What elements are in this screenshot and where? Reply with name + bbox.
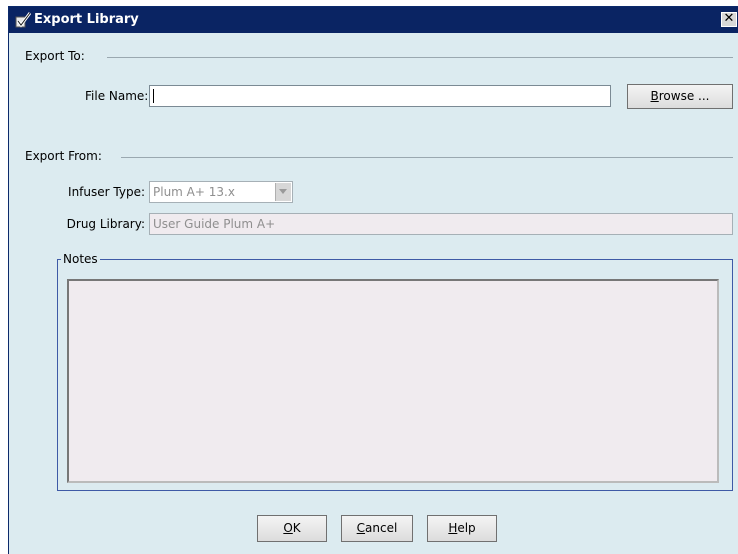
infuser-type-dropdown[interactable]: Plum A+ 13.x — [149, 181, 293, 203]
export-from-section-label: Export From: — [25, 149, 102, 163]
ok-mnemonic: O — [283, 521, 293, 535]
browse-mnemonic: B — [650, 89, 659, 103]
file-name-label: File Name: — [85, 89, 149, 103]
help-label: elp — [457, 521, 476, 535]
export-to-section-label: Export To: — [25, 49, 85, 63]
cancel-button[interactable]: Cancel — [341, 515, 413, 542]
title-bar[interactable]: Export Library ✕ — [9, 7, 738, 33]
close-icon: ✕ — [723, 11, 735, 26]
chevron-down-icon — [279, 189, 287, 194]
infuser-type-label: Infuser Type: — [68, 185, 145, 199]
export-from-divider — [121, 157, 733, 158]
window-title: Export Library — [34, 12, 139, 27]
notes-textarea[interactable] — [67, 279, 719, 483]
notes-group-title: Notes — [61, 252, 100, 266]
browse-label: rowse ... — [658, 89, 710, 103]
help-mnemonic: H — [448, 521, 458, 535]
ok-label: K — [292, 521, 301, 535]
browse-button[interactable]: Browse ... — [627, 84, 733, 109]
drug-library-label: Drug Library: — [66, 217, 145, 231]
close-button[interactable]: ✕ — [721, 12, 737, 27]
help-button[interactable]: Help — [427, 515, 497, 542]
cancel-mnemonic: C — [356, 521, 366, 535]
text-caret — [153, 89, 154, 103]
cancel-label: ancel — [365, 521, 398, 535]
file-name-input[interactable] — [149, 85, 611, 107]
ok-button[interactable]: OK — [257, 515, 327, 542]
export-to-divider — [107, 57, 733, 58]
drug-library-field: User Guide Plum A+ — [149, 213, 733, 235]
export-library-dialog: Export Library ✕ Export To: File Name: B… — [8, 6, 738, 554]
dropdown-button[interactable] — [275, 183, 291, 201]
infuser-type-value: Plum A+ 13.x — [153, 185, 235, 199]
checkmark-library-icon — [15, 12, 31, 28]
